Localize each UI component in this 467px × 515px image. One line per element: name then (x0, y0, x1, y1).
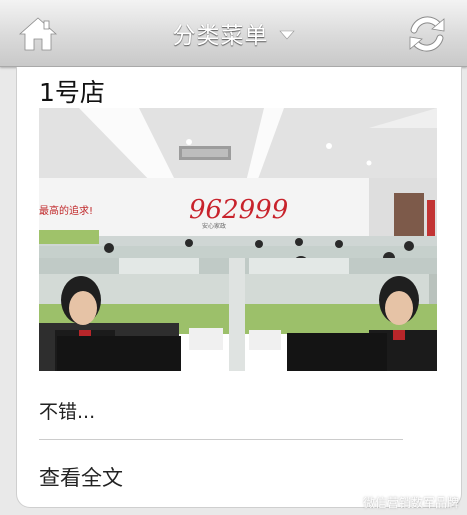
article-card: 1号店 最高的追求! 962999 安心家政 不错... 查看全文 (16, 67, 462, 508)
home-button[interactable] (18, 16, 58, 52)
wall-slogan: 最高的追求! (39, 204, 93, 217)
category-menu-label[interactable]: 分类菜单 (173, 16, 269, 50)
wall-logo-sub: 安心家政 (202, 222, 226, 230)
refresh-icon (409, 16, 445, 52)
home-icon (18, 17, 58, 51)
category-menu: 分类菜单 (0, 0, 467, 66)
store-photo[interactable]: 最高的追求! 962999 安心家政 (39, 108, 437, 371)
article-excerpt: 不错... (39, 401, 96, 423)
wall-logo: 962999 (189, 195, 288, 225)
store-title: 1号店 (39, 78, 105, 107)
chevron-down-icon[interactable] (278, 30, 295, 40)
watermark: 微信营销数军品牌 (362, 496, 459, 510)
refresh-button[interactable] (407, 15, 447, 53)
divider (39, 439, 403, 440)
read-more-link[interactable]: 查看全文 (39, 462, 123, 492)
top-nav-bar: 分类菜单 (0, 0, 467, 67)
